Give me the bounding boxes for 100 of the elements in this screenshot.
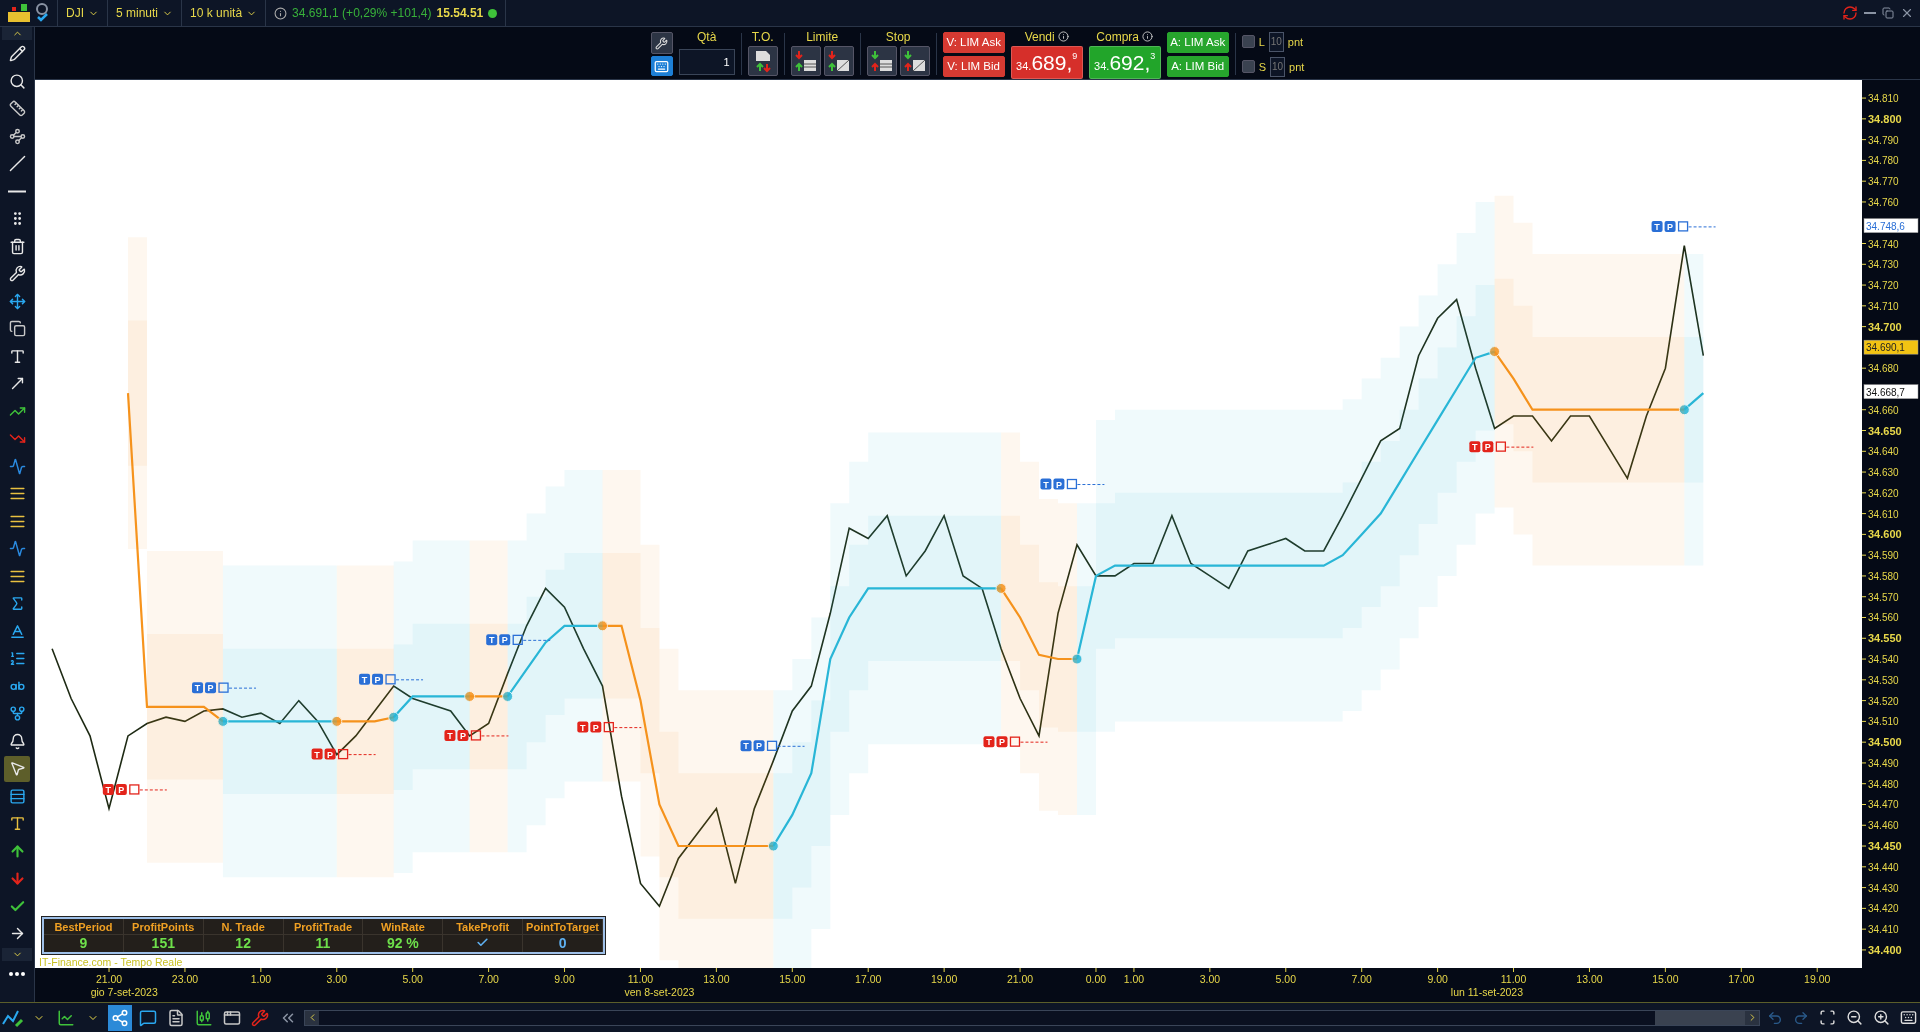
keyboard-icon xyxy=(654,58,670,74)
quote-time: 15.54.51 xyxy=(436,6,484,20)
time-tick-label: 15.00 xyxy=(779,973,806,985)
zoom-fit-icon xyxy=(1819,1009,1836,1026)
order-type-button[interactable] xyxy=(790,46,821,76)
settings-button[interactable] xyxy=(650,32,673,54)
time-tick-label: 19.00 xyxy=(1804,973,1831,985)
horizontal-scrollbar[interactable] xyxy=(304,1009,1760,1026)
order-ticket-icon xyxy=(902,49,927,73)
move-icon xyxy=(8,292,26,310)
price-tick-label: 34.520 xyxy=(1868,695,1899,707)
share-icon xyxy=(111,1008,129,1027)
price-tick-label: 34.440 xyxy=(1868,861,1899,873)
table-header: ProfitPoints xyxy=(123,919,204,934)
price-tick-label: 34.430 xyxy=(1868,882,1899,894)
refresh-icon[interactable] xyxy=(1842,5,1858,21)
time-tick-label: 5.00 xyxy=(402,973,423,985)
time-tick-label: 17.00 xyxy=(1728,973,1755,985)
signal-dot xyxy=(217,715,229,727)
close-button[interactable] xyxy=(1900,6,1914,20)
signal-dot xyxy=(1071,653,1083,665)
price-tick-label: 34.630 xyxy=(1868,467,1899,479)
drawing-tool-button[interactable] xyxy=(4,755,30,782)
order-group-label: Stop xyxy=(885,29,911,44)
price-tick-label: 34.420 xyxy=(1868,903,1899,915)
price-tick-label: 34.760 xyxy=(1868,196,1899,208)
price-tick-label: 34.590 xyxy=(1868,550,1899,562)
order-type-button[interactable] xyxy=(747,46,778,76)
zoom-in-icon xyxy=(1873,1009,1890,1026)
zoom-out-icon xyxy=(1846,1009,1863,1026)
windows-icon xyxy=(223,1008,241,1027)
points-field[interactable]: 10 xyxy=(1270,56,1285,77)
price-tick-label: 34.740 xyxy=(1868,238,1899,250)
table-cell: 9 xyxy=(44,934,124,952)
price-tick-label: 34.560 xyxy=(1868,612,1899,624)
close-icon xyxy=(1900,6,1914,20)
points-field[interactable]: 10 xyxy=(1268,31,1284,52)
price-tick-label: 34.550 xyxy=(1868,632,1902,645)
time-tick-label: 3.00 xyxy=(1199,973,1221,985)
signal-dot xyxy=(388,711,400,723)
order-group-label: T.O. xyxy=(751,29,774,44)
checkbox[interactable] xyxy=(1241,35,1255,48)
signal-dot xyxy=(1678,404,1690,416)
table-header: WinRate xyxy=(363,919,444,934)
more-icon xyxy=(9,972,25,977)
quantity-field[interactable]: 1 xyxy=(678,49,735,75)
price-tick-label: 34.730 xyxy=(1868,259,1899,271)
keyboard-icon xyxy=(1900,1009,1917,1026)
tools-icon xyxy=(8,265,26,283)
time-tick-label: 7.00 xyxy=(478,973,499,985)
time-tick-label: 1.00 xyxy=(250,973,272,985)
time-tick-label: 7.00 xyxy=(1351,973,1372,985)
scroll-right-button[interactable] xyxy=(1745,1010,1759,1025)
bell-icon xyxy=(8,732,26,750)
signal-dot xyxy=(767,840,779,852)
scroll-left-button[interactable] xyxy=(305,1010,319,1025)
chat-icon xyxy=(139,1008,157,1027)
checkbox[interactable] xyxy=(1241,60,1255,73)
price-tick-label: 34.700 xyxy=(1868,320,1902,333)
tools-icon xyxy=(251,1008,269,1027)
buy-limit-button[interactable]: A: LIM Bid xyxy=(1166,55,1229,77)
keyboard-button[interactable] xyxy=(650,56,673,76)
signal-dot xyxy=(502,690,514,702)
buy-limit-button[interactable]: A: LIM Ask xyxy=(1166,31,1229,53)
symbol-dropdown[interactable]: DJI xyxy=(66,6,99,20)
price-tick-label: 34.530 xyxy=(1868,674,1899,686)
date-label: lun 11-set-2023 xyxy=(1450,986,1524,998)
search-icon xyxy=(8,72,26,90)
order-type-button[interactable] xyxy=(899,46,930,76)
text-icon xyxy=(8,815,26,833)
order-type-button[interactable] xyxy=(823,46,854,76)
price-tick-label: 34.800 xyxy=(1868,112,1902,125)
pencil-icon xyxy=(8,45,26,63)
toolbar-button[interactable] xyxy=(108,1004,132,1031)
price-tick-label: 34.400 xyxy=(1868,943,1902,956)
restore-icon xyxy=(1882,7,1894,19)
units-dropdown[interactable]: 10 k unità xyxy=(190,6,258,20)
trash-icon xyxy=(8,237,26,255)
price-tick-label: 34.640 xyxy=(1868,446,1899,458)
table-header: N. Trade xyxy=(203,919,284,934)
signal-dot xyxy=(995,582,1007,594)
time-tick-label: 19.00 xyxy=(931,973,958,985)
price-tick-label: 34.790 xyxy=(1868,134,1899,146)
price-label: Vendi xyxy=(1024,29,1055,44)
table-cell: 0 xyxy=(523,934,603,952)
segment-icon xyxy=(8,127,26,145)
price-tick-label: 34.810 xyxy=(1868,93,1899,105)
timeframe-dropdown[interactable]: 5 minuti xyxy=(116,6,174,20)
sell-limit-button[interactable]: V: LIM Ask xyxy=(942,31,1005,53)
restore-button[interactable] xyxy=(1882,7,1894,19)
time-tick-label: 3.00 xyxy=(326,973,347,985)
order-type-button[interactable] xyxy=(866,46,897,76)
time-tick-label: 13.00 xyxy=(703,973,730,985)
wave-count-icon xyxy=(8,650,26,668)
time-tick-label: 9.00 xyxy=(554,973,575,985)
price-tick-label: 34.570 xyxy=(1868,591,1899,603)
scrollbar-thumb[interactable] xyxy=(1655,1010,1745,1025)
price-tag: 34.668,7 xyxy=(1863,384,1919,399)
pointer-icon xyxy=(8,760,26,778)
sell-limit-button[interactable]: V: LIM Bid xyxy=(942,55,1005,77)
